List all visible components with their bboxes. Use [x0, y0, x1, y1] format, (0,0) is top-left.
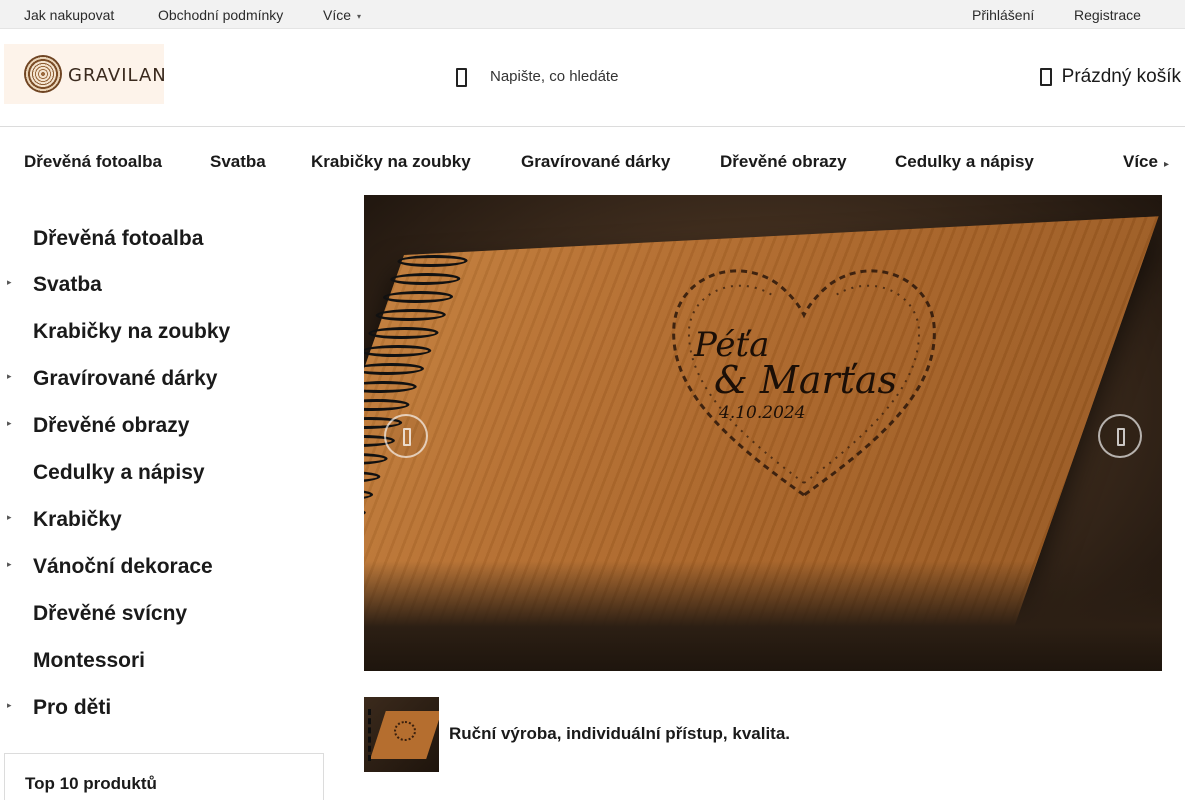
- wooden-table-surface: [364, 561, 1162, 671]
- sidebar-item-pro-deti[interactable]: ▸ Pro děti: [0, 686, 324, 726]
- sidebar-item-label: Dřevěné obrazy: [33, 414, 190, 437]
- logo-text: GRAVILAN: [68, 65, 167, 86]
- search-box[interactable]: Napište, co hledáte: [450, 63, 618, 89]
- sidebar-item-vanocni-dekorace[interactable]: ▸ Vánoční dekorace: [0, 545, 324, 585]
- chevron-right-icon: ▸: [1163, 159, 1170, 170]
- nav-item-krabicky-na-zoubky[interactable]: Krabičky na zoubky: [311, 152, 471, 172]
- sidebar-item-svatba[interactable]: ▸ Svatba: [0, 263, 324, 303]
- sidebar-item-label: Cedulky a nápisy: [33, 461, 205, 484]
- register-link[interactable]: Registrace: [1074, 7, 1141, 23]
- engraving-names-line-2: & Marťas: [714, 358, 898, 402]
- chevron-right-icon[interactable]: ▸: [7, 512, 12, 523]
- top-products-title: Top 10 produktů: [25, 774, 157, 793]
- scrollbar-gutter: [1185, 0, 1200, 800]
- sidebar-item-label: Gravírované dárky: [33, 367, 218, 390]
- arrow-right-icon: [1117, 428, 1125, 446]
- sidebar-item-fotoalba[interactable]: Dřevěná fotoalba: [0, 217, 324, 257]
- slide-thumbnail[interactable]: [364, 697, 439, 772]
- sidebar-item-label: Krabičky: [33, 508, 122, 531]
- sidebar-item-montessori[interactable]: Montessori: [0, 639, 324, 679]
- nav-item-gravirovane-darky[interactable]: Gravírované dárky: [521, 152, 670, 172]
- engraving-date: 4.10.2024: [719, 403, 806, 423]
- login-link[interactable]: Přihlášení: [972, 7, 1034, 23]
- slider-prev-button[interactable]: [384, 414, 428, 458]
- chevron-right-icon[interactable]: ▸: [7, 700, 12, 711]
- chevron-right-icon[interactable]: ▸: [7, 418, 12, 429]
- sidebar-item-label: Svatba: [33, 273, 102, 296]
- sidebar-item-label: Vánoční dekorace: [33, 555, 213, 578]
- top-products-box: Top 10 produktů: [4, 753, 324, 800]
- link-how-to-buy[interactable]: Jak nakupovat: [24, 7, 114, 23]
- cart-button[interactable]: Prázdný košík: [1039, 63, 1181, 91]
- chevron-down-icon: ▾: [357, 12, 362, 21]
- search-input[interactable]: Napište, co hledáte: [490, 68, 618, 85]
- hero-slider[interactable]: Péťa & Marťas 4.10.2024: [364, 195, 1162, 671]
- topbar-more-menu[interactable]: Více ▾: [323, 7, 361, 26]
- site-logo[interactable]: GRAVILAN: [4, 44, 167, 104]
- nav-item-fotoalba[interactable]: Dřevěná fotoalba: [24, 152, 162, 172]
- sidebar-item-label: Dřevěná fotoalba: [33, 227, 204, 250]
- slider-next-button[interactable]: [1098, 414, 1142, 458]
- arrow-left-icon: [403, 428, 411, 446]
- nav-more-menu[interactable]: Více ▸: [1123, 152, 1169, 175]
- sidebar-item-label: Dřevěné svícny: [33, 602, 188, 625]
- chevron-right-icon[interactable]: ▸: [7, 559, 12, 570]
- sidebar-item-cedulky[interactable]: Cedulky a nápisy: [0, 451, 324, 491]
- topbar-more-label: Více: [323, 7, 352, 23]
- sidebar-item-label: Montessori: [33, 649, 146, 672]
- sidebar-item-label: Krabičky na zoubky: [33, 320, 231, 343]
- sidebar-item-krabicky[interactable]: ▸ Krabičky: [0, 498, 324, 538]
- sidebar-item-gravirovane-darky[interactable]: ▸ Gravírované dárky: [0, 357, 324, 397]
- cart-icon: [1039, 68, 1052, 86]
- nav-item-cedulky[interactable]: Cedulky a nápisy: [895, 152, 1034, 172]
- sidebar-item-drevene-obrazy[interactable]: ▸ Dřevěné obrazy: [0, 404, 324, 444]
- chevron-right-icon[interactable]: ▸: [7, 371, 12, 382]
- sidebar-item-drevene-svicny[interactable]: Dřevěné svícny: [0, 592, 324, 632]
- site-header: GRAVILAN Napište, co hledáte Prázdný koš…: [0, 29, 1185, 127]
- cart-label: Prázdný košík: [1061, 66, 1181, 87]
- nav-item-svatba[interactable]: Svatba: [210, 152, 266, 172]
- sidebar-item-label: Pro děti: [33, 696, 112, 719]
- link-terms[interactable]: Obchodní podmínky: [158, 7, 283, 23]
- main-navigation: Dřevěná fotoalba Svatba Krabičky na zoub…: [0, 127, 1185, 195]
- chevron-right-icon[interactable]: ▸: [7, 277, 12, 288]
- slide-caption[interactable]: Ruční výroba, individuální přístup, kval…: [449, 724, 790, 744]
- tree-ring-logo-icon: [24, 55, 62, 93]
- top-utility-bar: Jak nakupovat Obchodní podmínky Více ▾ Př…: [0, 0, 1185, 29]
- search-icon[interactable]: [454, 67, 472, 87]
- sidebar-item-krabicky-na-zoubky[interactable]: Krabičky na zoubky: [0, 310, 324, 350]
- nav-more-label: Více: [1123, 152, 1158, 171]
- nav-item-drevene-obrazy[interactable]: Dřevěné obrazy: [720, 152, 847, 172]
